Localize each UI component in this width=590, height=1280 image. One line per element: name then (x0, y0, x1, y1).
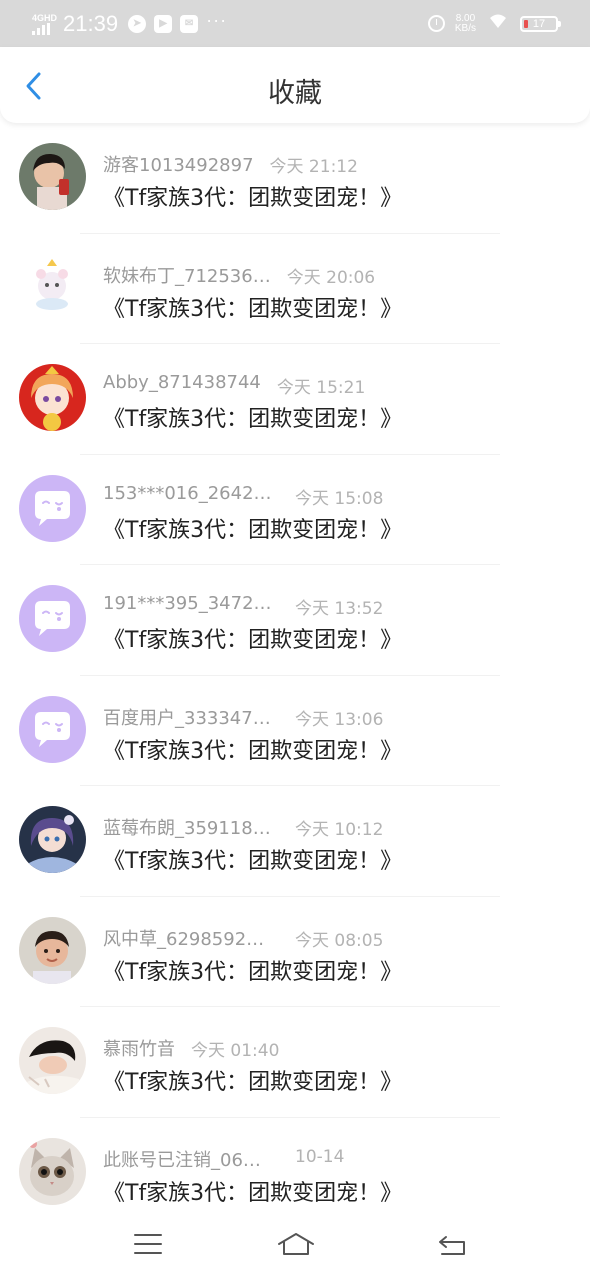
list-item[interactable]: 风中草_6298592… 今天 08:05 《Tf家族3代：团欺变团宠！》 (0, 897, 590, 1007)
more-notifications-icon: ··· (206, 10, 228, 30)
menu-button[interactable] (130, 1229, 166, 1259)
timestamp: 今天 01:40 (191, 1041, 280, 1061)
item-title[interactable]: 《Tf家族3代：团欺变团宠！》 (103, 291, 402, 323)
status-bar: 4GHD 21:39 ➤ ▶ ✉ ··· 8.00 KB/s 17 (0, 0, 590, 47)
menu-icon (134, 1234, 162, 1254)
username[interactable]: 153***016_2642… (103, 483, 279, 509)
item-title[interactable]: 《Tf家族3代：团欺变团宠！》 (103, 954, 402, 986)
home-button[interactable] (276, 1229, 316, 1259)
system-nav-bar (0, 1215, 590, 1280)
wifi-icon (488, 13, 508, 34)
timestamp: 今天 15:21 (276, 378, 366, 398)
video-icon: ▶ (154, 14, 173, 33)
timestamp: 今天 13:06 (295, 709, 384, 730)
username[interactable]: 慕雨竹音 (103, 1035, 175, 1061)
alarm-icon (427, 15, 445, 32)
timestamp: 今天 10:12 (295, 820, 384, 840)
paper-plane-icon: ➤ (128, 14, 147, 33)
avatar[interactable] (19, 364, 86, 431)
list-item[interactable]: 慕雨竹音 今天 01:40 《Tf家族3代：团欺变团宠！》 (0, 1007, 590, 1118)
network-type: 4GHD (32, 12, 58, 23)
item-title[interactable]: 《Tf家族3代：团欺变团宠！》 (103, 1175, 402, 1207)
favorites-list: 游客1013492897 今天 21:12 《Tf家族3代：团欺变团宠！》 软妹… (0, 123, 590, 1228)
timestamp: 今天 13:52 (295, 599, 384, 619)
username[interactable]: Abby_871438744 (103, 372, 261, 398)
mail-icon: ✉ (180, 14, 199, 33)
list-item[interactable]: 游客1013492897 今天 21:12 《Tf家族3代：团欺变团宠！》 (0, 123, 590, 234)
avatar[interactable] (19, 474, 86, 542)
list-item[interactable]: 蓝莓布朗_359118… 今天 10:12 《Tf家族3代：团欺变团宠！》 (0, 786, 590, 897)
avatar[interactable] (19, 143, 86, 210)
item-title[interactable]: 《Tf家族3代：团欺变团宠！》 (103, 622, 402, 654)
item-title[interactable]: 《Tf家族3代：团欺变团宠！》 (103, 1064, 402, 1096)
avatar[interactable] (19, 806, 86, 873)
network-speed: 8.00 KB/s (454, 12, 476, 34)
item-title[interactable]: 《Tf家族3代：团欺变团宠！》 (103, 843, 402, 875)
timestamp: 今天 20:06 (286, 267, 376, 288)
timestamp: 今天 21:12 (269, 157, 358, 177)
username[interactable]: 风中草_6298592… (103, 925, 279, 951)
list-item[interactable]: 153***016_2642… 今天 15:08 《Tf家族3代：团欺变团宠！》 (0, 455, 590, 565)
network-indicator: 4GHD (32, 13, 57, 35)
speed-value: 8.00 (455, 12, 476, 24)
clock: 21:39 (63, 10, 119, 36)
list-item[interactable]: 此账号已注销_06… 10-14 《Tf家族3代：团欺变团宠！》 (0, 1118, 590, 1229)
item-title[interactable]: 《Tf家族3代：团欺变团宠！》 (103, 733, 402, 765)
username[interactable]: 百度用户_333347… (103, 704, 279, 730)
timestamp: 今天 15:08 (295, 488, 384, 509)
list-item[interactable]: 百度用户_333347… 今天 13:06 《Tf家族3代：团欺变团宠！》 (0, 676, 590, 786)
avatar[interactable] (19, 253, 86, 321)
username[interactable]: 软妹布丁_712536… (103, 262, 271, 288)
username[interactable]: 蓝莓布朗_359118… (103, 814, 279, 840)
avatar[interactable] (19, 916, 86, 984)
item-title[interactable]: 《Tf家族3代：团欺变团宠！》 (103, 401, 402, 433)
list-item[interactable]: 191***395_3472… 今天 13:52 《Tf家族3代：团欺变团宠！》 (0, 565, 590, 676)
return-icon (439, 1236, 465, 1255)
header: 收藏 (0, 47, 590, 123)
username[interactable]: 191***395_3472… (103, 593, 279, 619)
battery-icon: 17 (520, 15, 561, 32)
battery-level: 17 (532, 17, 546, 30)
page-title: 收藏 (268, 78, 322, 109)
home-icon (278, 1233, 314, 1255)
list-item[interactable]: 软妹布丁_712536… 今天 20:06 《Tf家族3代：团欺变团宠！》 (0, 234, 590, 344)
avatar[interactable] (19, 1027, 86, 1094)
timestamp: 10-14 (295, 1146, 345, 1167)
back-system-button[interactable] (434, 1229, 470, 1259)
username[interactable]: 此账号已注销_06… (103, 1146, 279, 1172)
timestamp: 今天 08:05 (295, 930, 384, 951)
list-item[interactable]: Abby_871438744 今天 15:21 《Tf家族3代：团欺变团宠！》 (0, 344, 590, 455)
item-title[interactable]: 《Tf家族3代：团欺变团宠！》 (103, 512, 402, 544)
avatar[interactable] (19, 695, 86, 763)
avatar[interactable] (19, 585, 86, 652)
signal-icon (32, 22, 50, 35)
username[interactable]: 游客1013492897 (103, 151, 254, 177)
item-title[interactable]: 《Tf家族3代：团欺变团宠！》 (103, 180, 402, 212)
avatar[interactable] (19, 1137, 86, 1205)
speed-unit: KB/s (454, 22, 476, 34)
